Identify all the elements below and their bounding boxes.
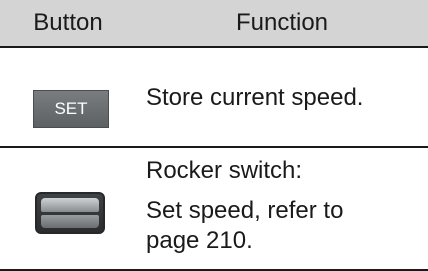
header-function: Function [235,9,329,36]
function-text-line-1: Set speed, refer to [146,197,344,224]
function-text-line-2: page 210. [146,227,253,254]
rocker-switch-icon [35,192,105,234]
function-text: Set speed, refer to page 210. [146,196,343,256]
table-header: Button Function [0,0,428,48]
function-title: Rocker switch: [146,157,303,184]
table-row: SET Store current speed. [0,48,428,148]
set-button: SET [33,90,109,128]
function-text: Store current speed. [146,84,364,111]
rocker-top [41,198,99,212]
header-button: Button [33,9,103,36]
rocker-bottom [41,215,99,228]
table-row: Rocker switch: Set speed, refer to page … [0,148,428,271]
button-function-table: Button Function SET Store current speed.… [0,0,428,271]
